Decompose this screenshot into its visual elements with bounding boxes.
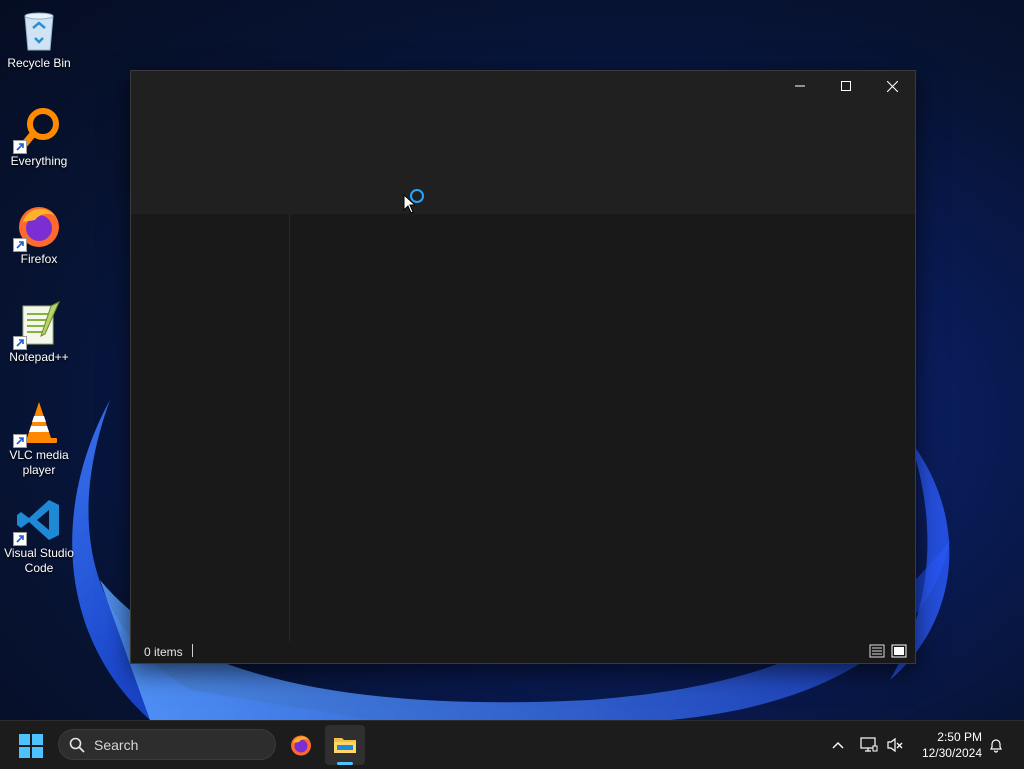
status-bar: 0 items [131,641,915,663]
taskbar: Search 2:50 PM 12/30/2024 [0,720,1024,769]
vscode-icon [13,496,63,546]
desktop-icon-label: Firefox [20,252,58,266]
windows-logo-icon [19,734,43,758]
busy-spinner-icon [410,189,424,203]
active-indicator [337,762,353,765]
large-icons-view-icon [891,644,907,658]
notifications-button[interactable] [985,734,1007,756]
content-pane[interactable] [290,214,915,641]
everything-search-icon [13,104,63,154]
clock-time: 2:50 PM [937,730,982,744]
speaker-muted-icon [887,737,903,753]
recycle-bin-icon [15,6,63,54]
minimize-icon [795,85,805,87]
close-icon [886,80,898,92]
vlc-cone-icon [13,398,63,448]
volume-button[interactable] [884,734,906,756]
desktop-icon-notepad-plus-plus[interactable]: Notepad++ [0,294,78,365]
close-button[interactable] [869,71,915,101]
taskbar-app-firefox[interactable] [281,725,321,765]
clock[interactable]: 2:50 PM 12/30/2024 [922,729,982,761]
shortcut-arrow-icon [13,336,27,350]
bell-icon [990,739,1002,753]
desktop-icon-label: Recycle Bin [7,56,71,70]
desktop-icon-everything[interactable]: Everything [0,98,78,169]
maximize-icon [841,81,851,91]
search-label: Search [94,737,139,753]
firefox-icon [291,735,311,756]
search-icon [69,737,85,753]
desktop-icon-recycle-bin[interactable]: Recycle Bin [0,0,78,71]
item-count: 0 items [144,645,183,659]
desktop-icon-vlc[interactable]: VLC media player [0,392,78,478]
taskbar-search-box[interactable]: Search [58,729,276,760]
desktop-icon-vscode[interactable]: Visual Studio Code [0,490,78,576]
details-view-button[interactable] [869,643,885,659]
shortcut-arrow-icon [13,238,27,252]
minimize-button[interactable] [777,71,823,101]
notepad-plus-plus-icon [13,300,63,350]
large-icons-view-button[interactable] [891,643,907,659]
navigation-pane[interactable] [131,214,290,641]
file-explorer-icon [334,738,356,753]
network-status-button[interactable] [858,734,880,756]
network-icon [860,737,878,752]
title-bar[interactable] [131,71,915,214]
show-hidden-icons-button[interactable] [827,734,849,756]
firefox-icon [13,202,63,252]
desktop-icon-label: Everything [10,154,68,168]
desktop-icon-label: Notepad++ [9,350,69,364]
desktop-icon-label: Visual Studio Code [4,546,74,575]
shortcut-arrow-icon [13,532,27,546]
desktop-icon-firefox[interactable]: Firefox [0,196,78,267]
details-view-icon [869,644,885,658]
start-button[interactable] [18,733,44,759]
taskbar-app-file-explorer[interactable] [325,725,365,765]
clock-date: 12/30/2024 [921,746,982,760]
shortcut-arrow-icon [13,140,27,154]
desktop-icon-label: VLC media player [9,448,69,477]
status-separator [192,644,193,657]
file-explorer-window[interactable]: 0 items [130,70,916,664]
shortcut-arrow-icon [13,434,27,448]
maximize-button[interactable] [823,71,869,101]
chevron-up-icon [832,742,844,749]
